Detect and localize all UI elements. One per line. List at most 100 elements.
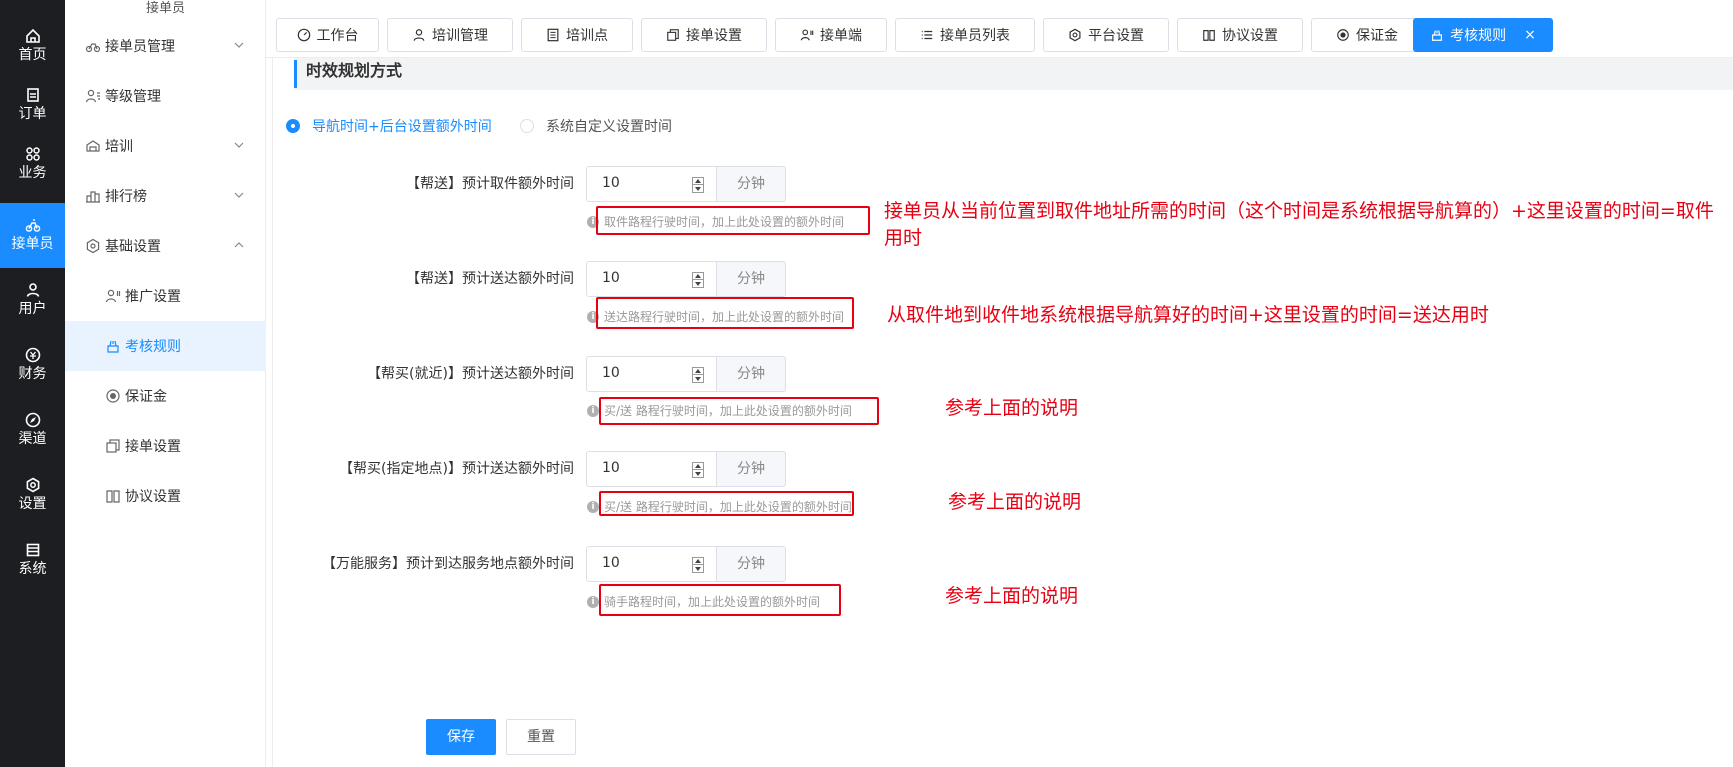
tab-training-management[interactable]: 培训管理 — [387, 18, 513, 52]
copy-icon — [667, 29, 679, 41]
radio-custom-time[interactable]: 系统自定义设置时间 — [520, 116, 672, 136]
sidebar-item-training[interactable]: 培训 — [65, 121, 266, 171]
annotation-box — [596, 297, 854, 329]
info-icon: i — [587, 404, 599, 417]
sidebar-item-label: 考核规则 — [125, 339, 181, 355]
chevron-up-icon — [234, 242, 244, 248]
channel-icon — [25, 412, 40, 428]
number-stepper[interactable] — [692, 462, 704, 478]
radio-dot — [286, 119, 300, 133]
annotation-note: 接单员从当前位置到取件地址所需的时间（这个时间是系统根据导航算的）+这里设置的时… — [884, 200, 1714, 249]
sidebar-item-label: 接单设置 — [125, 439, 181, 455]
sidebar-item-promotion-settings[interactable]: 推广设置 — [65, 271, 266, 321]
unit-suffix: 分钟 — [717, 261, 786, 297]
content-divider — [272, 58, 273, 767]
chevron-down-icon — [234, 192, 244, 198]
grid-icon — [25, 147, 40, 161]
tab-assessment-rules[interactable]: 考核规则 × — [1413, 18, 1553, 52]
tab-agreement-settings[interactable]: 协议设置 — [1177, 18, 1303, 52]
rail-item-system[interactable]: 系统 — [0, 528, 65, 593]
rail-item-label: 财务 — [18, 366, 47, 382]
chevron-down-icon — [234, 142, 244, 148]
sidebar-item-deposit[interactable]: 保证金 — [65, 371, 266, 421]
sidebar-item-label: 等级管理 — [105, 89, 161, 105]
tab-label: 接单端 — [820, 28, 862, 44]
number-stepper[interactable] — [692, 557, 704, 573]
info-icon: i — [587, 500, 599, 513]
sidebar-section-title: 接单员 — [145, 1, 185, 16]
delivery-extra-time-input[interactable]: 10 — [586, 261, 717, 297]
rail-item-label: 业务 — [18, 165, 47, 181]
rail-item-rider[interactable]: 接单员 — [0, 203, 65, 268]
rail-item-channel[interactable]: 渠道 — [0, 398, 65, 463]
tab-dashboard[interactable]: 工作台 — [276, 18, 379, 52]
tab-rider-app[interactable]: 接单端 — [775, 18, 887, 52]
tab-label: 培训管理 — [432, 28, 488, 44]
sidebar-item-assessment-rules[interactable]: 考核规则 — [65, 321, 266, 371]
sidebar-item-label: 基础设置 — [105, 239, 161, 255]
sidebar-item-ranking[interactable]: 排行榜 — [65, 171, 266, 221]
unit-suffix: 分钟 — [717, 546, 786, 582]
book-icon — [1203, 30, 1215, 41]
rider-icon — [85, 43, 101, 53]
settings-icon — [1069, 28, 1081, 42]
rider-icon — [25, 219, 40, 232]
sidebar-item-label: 推广设置 — [125, 289, 181, 305]
rail-item-home[interactable]: 首页 — [0, 14, 65, 79]
tab-platform-settings[interactable]: 平台设置 — [1043, 18, 1169, 52]
reset-button[interactable]: 重置 — [506, 719, 576, 755]
tab-rider-list[interactable]: 接单员列表 — [895, 18, 1035, 52]
tab-label: 接单设置 — [686, 28, 742, 44]
list-icon — [547, 28, 559, 42]
rail-item-user[interactable]: 用户 — [0, 268, 65, 333]
tab-deposit[interactable]: 保证金 — [1311, 18, 1423, 52]
universal-service-extra-time-input[interactable]: 10 — [586, 546, 717, 582]
agreement-icon — [106, 490, 120, 503]
annotation-note: 参考上面的说明 — [945, 585, 1079, 607]
buy-specified-extra-time-input[interactable]: 10 — [586, 451, 717, 487]
number-stepper[interactable] — [692, 177, 704, 193]
tab-order-settings[interactable]: 接单设置 — [641, 18, 767, 52]
field-label: 【帮买(就近)】预计送达额外时间 — [367, 366, 574, 382]
sidebar-item-agreement-settings[interactable]: 协议设置 — [65, 471, 266, 521]
sidebar-item-level-management[interactable]: 等级管理 — [65, 71, 266, 121]
tab-label: 培训点 — [566, 28, 608, 44]
rail-item-finance[interactable]: 财务 — [0, 333, 65, 398]
rail-item-business[interactable]: 业务 — [0, 132, 65, 197]
system-icon — [26, 543, 39, 557]
number-stepper[interactable] — [692, 367, 704, 383]
sidebar-item-label: 排行榜 — [105, 189, 147, 205]
radio-navigation-plus-extra[interactable]: 导航时间+后台设置额外时间 — [286, 116, 492, 136]
settings-icon — [86, 238, 100, 254]
field-label: 【万能服务】预计到达服务地点额外时间 — [322, 556, 574, 572]
sidebar-item-order-settings[interactable]: 接单设置 — [65, 421, 266, 471]
sidebar-item-rider-management[interactable]: 接单员管理 — [65, 21, 266, 71]
rail-item-order[interactable]: 订单 — [0, 73, 65, 138]
tab-label: 考核规则 — [1450, 28, 1507, 44]
rank-icon — [86, 191, 100, 203]
tab-bar: 工作台 培训管理 培训点 接单设置 接单端 接单员列表 平台设置 协议设置 保证… — [266, 0, 1733, 58]
promote-icon — [105, 289, 121, 303]
buy-nearby-extra-time-input[interactable]: 10 — [586, 356, 717, 392]
pickup-extra-time-input[interactable]: 10 — [586, 166, 717, 202]
rule-icon — [107, 340, 119, 353]
input-value: 10 — [602, 555, 620, 571]
annotation-box — [596, 206, 870, 235]
sidebar-item-basic-settings[interactable]: 基础设置 — [65, 221, 266, 271]
user-icon — [26, 283, 39, 297]
number-stepper[interactable] — [692, 272, 704, 288]
unit-suffix: 分钟 — [717, 166, 786, 202]
sidebar-item-label: 协议设置 — [125, 489, 181, 505]
tab-label: 保证金 — [1356, 28, 1398, 44]
tab-training-points[interactable]: 培训点 — [521, 18, 633, 52]
rule-icon — [1432, 30, 1443, 41]
training-icon — [86, 140, 100, 152]
save-button[interactable]: 保存 — [426, 719, 496, 755]
close-icon[interactable]: × — [1524, 27, 1536, 43]
primary-nav-rail: 首页 订单 业务 接单员 用户 财务 渠道 设置 系统 — [0, 0, 65, 767]
field-label: 【帮送】预计取件额外时间 — [406, 176, 574, 192]
rail-item-label: 接单员 — [11, 236, 54, 252]
rail-item-settings[interactable]: 设置 — [0, 463, 65, 528]
field-label: 【帮买(指定地点)】预计送达额外时间 — [339, 461, 574, 477]
dashboard-icon — [297, 28, 310, 42]
